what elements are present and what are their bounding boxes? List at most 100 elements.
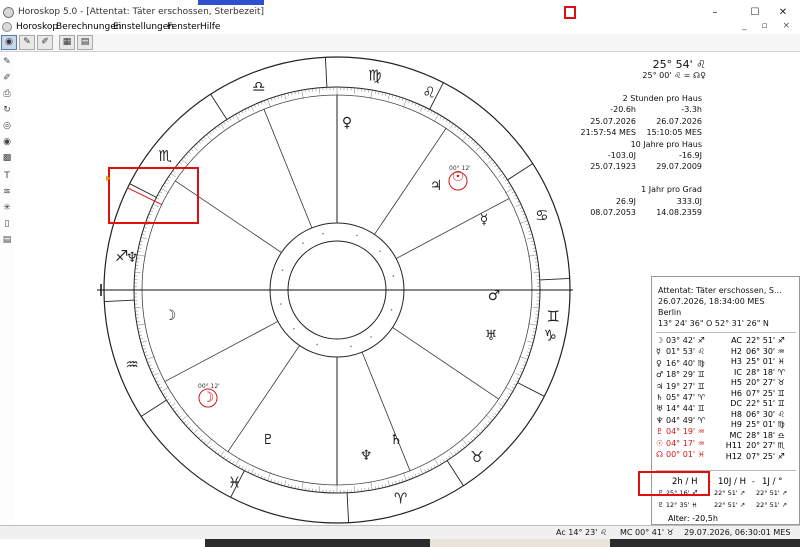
degree-tick bbox=[291, 484, 293, 488]
house-label: MC bbox=[729, 430, 743, 440]
marker-icon[interactable]: ✐ bbox=[37, 35, 53, 50]
menu-berechnungen[interactable]: Berechnungen bbox=[56, 22, 121, 32]
tool-star-icon[interactable]: ✳ bbox=[1, 202, 13, 214]
menu-hilfe[interactable]: Hilfe bbox=[200, 22, 220, 32]
close-button[interactable]: ✕ bbox=[766, 5, 800, 21]
degree-tick bbox=[284, 93, 287, 100]
minimize-button[interactable]: – bbox=[698, 5, 732, 21]
house-number-dot bbox=[392, 275, 395, 277]
degree-tick bbox=[531, 240, 535, 242]
dir-a-t1: 21:57:54 MES bbox=[580, 128, 636, 137]
house-position: 06° 30' ♒ bbox=[746, 346, 785, 356]
degree-tick bbox=[172, 407, 176, 410]
chart-wheel-icon[interactable]: ◉ bbox=[1, 35, 17, 50]
venus-icon: ♀ bbox=[342, 115, 352, 131]
planet-glyph: ♃ bbox=[656, 381, 664, 391]
degree-tick bbox=[220, 123, 225, 129]
status-mc: MC 00° 41' ♉ bbox=[620, 528, 674, 537]
house-number-dot bbox=[350, 345, 352, 348]
menu-horoskop[interactable]: Horoskop bbox=[16, 22, 58, 32]
tool-grid-icon[interactable]: ▩ bbox=[1, 152, 13, 164]
degree-tick bbox=[188, 151, 191, 154]
tool-rotate-icon[interactable]: ↻ bbox=[1, 104, 13, 116]
center-ring bbox=[287, 240, 387, 340]
dir-a-title: 2 Stunden pro Haus bbox=[622, 94, 702, 103]
degree-tick bbox=[498, 173, 504, 178]
dir-row2-c3: 22° 51' ↗ bbox=[756, 501, 788, 509]
degree-tick bbox=[529, 344, 533, 347]
degree-tick bbox=[381, 92, 383, 96]
tool-layers-icon[interactable]: ≋ bbox=[1, 186, 13, 198]
tool-print-icon[interactable]: ⎙ bbox=[1, 88, 13, 100]
degree-tick bbox=[137, 251, 141, 253]
degree-tick bbox=[150, 367, 153, 370]
calculator-icon[interactable]: ▤ bbox=[77, 35, 93, 50]
degree-tick bbox=[238, 112, 241, 116]
degree-tick bbox=[483, 151, 486, 154]
tool-text-icon[interactable]: T bbox=[1, 170, 13, 182]
degree-tick bbox=[301, 90, 304, 99]
degree-tick bbox=[480, 148, 484, 152]
degree-tick bbox=[168, 401, 172, 404]
tool-page-icon[interactable]: ▯ bbox=[1, 218, 13, 230]
house-label: H12 bbox=[725, 451, 742, 461]
degree-tick bbox=[403, 472, 407, 481]
degree-tick bbox=[353, 87, 355, 94]
dir-c-v2: 333.0J bbox=[676, 197, 702, 206]
jupiter-icon: ♃ bbox=[430, 178, 443, 194]
house-label: H6 bbox=[730, 388, 742, 398]
degree-tick bbox=[270, 479, 273, 483]
dir-b-d1: 25.07.1923 bbox=[590, 162, 636, 171]
pen-icon[interactable]: ✎ bbox=[19, 35, 35, 50]
house-position: 22° 51' ♊ bbox=[746, 399, 785, 408]
mode-10j-button[interactable]: 10J / H bbox=[718, 477, 746, 487]
house-label: AC bbox=[731, 336, 742, 345]
dir-a-v1: -20.6h bbox=[610, 105, 636, 114]
pisces-sign-glyph: ♓ bbox=[228, 473, 241, 491]
house-number-dot bbox=[302, 242, 304, 244]
degree-tick bbox=[206, 134, 213, 142]
tool-pen-icon[interactable]: ✎ bbox=[1, 56, 13, 68]
degree-tick bbox=[209, 132, 212, 135]
degree-tick bbox=[506, 182, 510, 185]
dir-c-title: 1 Jahr pro Grad bbox=[641, 185, 702, 194]
degree-tick bbox=[492, 162, 495, 165]
degree-tick bbox=[154, 377, 158, 380]
degree-tick bbox=[527, 340, 534, 343]
degree-tick bbox=[370, 481, 373, 490]
degree-tick bbox=[198, 436, 201, 439]
degree-tick bbox=[533, 306, 540, 308]
tool-wheel-icon[interactable]: ◎ bbox=[1, 120, 13, 132]
table-icon[interactable]: ▦ bbox=[59, 35, 75, 50]
mdi-window-controls[interactable]: _ ▫ × bbox=[742, 21, 796, 31]
degree-tick bbox=[515, 373, 522, 376]
aries-sign-glyph: ♈ bbox=[394, 489, 407, 507]
tool-list-icon[interactable]: ▤ bbox=[1, 234, 13, 246]
menu-einstellungen[interactable]: Einstellungen bbox=[113, 22, 174, 32]
planet-glyph: ♅ bbox=[656, 404, 664, 414]
house-position: 28° 18' ♈ bbox=[746, 367, 785, 377]
degree-tick bbox=[138, 247, 142, 249]
degree-tick bbox=[468, 136, 471, 140]
mode-1j-button[interactable]: 1J / ° bbox=[762, 477, 782, 487]
degree-tick bbox=[139, 244, 143, 246]
degree-tick bbox=[424, 469, 427, 473]
house-row: H3 25° 01' ♓ bbox=[724, 357, 785, 366]
dir-a-t2: 15:10:05 MES bbox=[646, 128, 702, 137]
planet-position: 05° 47' ♈ bbox=[666, 393, 705, 402]
zodiac-inner-ring bbox=[133, 86, 541, 494]
sun-icon: ☉ bbox=[452, 169, 465, 185]
system-menu-icon[interactable] bbox=[2, 22, 12, 32]
degree-tick bbox=[247, 107, 250, 111]
tool-wheel2-icon[interactable]: ◉ bbox=[1, 136, 13, 148]
degree-tick bbox=[498, 170, 502, 173]
house-number-dot bbox=[322, 232, 324, 235]
tool-brush-icon[interactable]: ✐ bbox=[1, 72, 13, 84]
menu-fenster[interactable]: Fenster bbox=[167, 22, 200, 32]
degree-tick bbox=[223, 455, 226, 459]
degree-tick bbox=[193, 146, 198, 151]
degree-tick bbox=[137, 254, 146, 257]
dir-a-d2: 26.07.2026 bbox=[656, 117, 702, 126]
highlight-marker-left bbox=[108, 167, 199, 224]
degree-tick bbox=[529, 233, 533, 236]
